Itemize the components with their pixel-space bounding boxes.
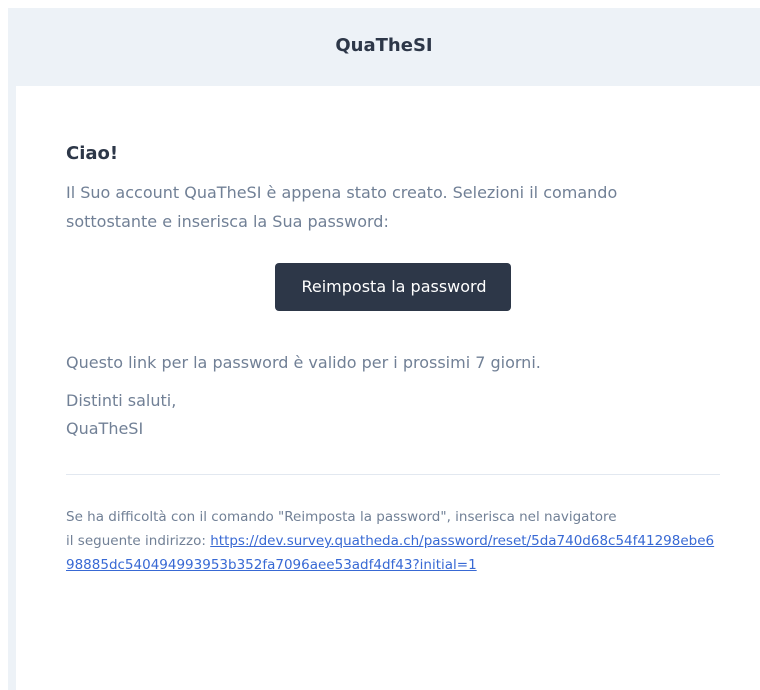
action-row: Reimposta la password xyxy=(66,263,720,311)
subcopy: Se ha difficoltà con il comando "Reimpos… xyxy=(66,505,720,577)
greeting-heading: Ciao! xyxy=(66,143,119,164)
signoff: Distinti saluti, QuaTheSI xyxy=(66,387,720,443)
email-header: QuaTheSI xyxy=(8,8,760,86)
subcopy-prefix: il seguente indirizzo: xyxy=(66,533,206,549)
email-content: Ciao! Il Suo account QuaTheSI è appena s… xyxy=(16,86,760,577)
email-body-card: Ciao! Il Suo account QuaTheSI è appena s… xyxy=(16,86,760,690)
email-wrapper: QuaTheSI Ciao! Il Suo account QuaTheSI è… xyxy=(8,8,760,690)
subcopy-line-1: Se ha difficoltà con il comando "Reimpos… xyxy=(66,509,617,525)
intro-line-1: Il Suo account QuaTheSI è appena stato c… xyxy=(66,183,618,202)
intro-paragraph: Il Suo account QuaTheSI è appena stato c… xyxy=(66,178,720,236)
reset-password-button[interactable]: Reimposta la password xyxy=(275,263,511,311)
salutation: Distinti saluti, xyxy=(66,391,177,410)
brand-link[interactable]: QuaTheSI xyxy=(335,35,432,56)
signature: QuaTheSI xyxy=(66,419,144,438)
validity-notice: Questo link per la password è valido per… xyxy=(66,353,541,372)
divider xyxy=(66,474,720,475)
intro-line-2: sottostante e inserisca la Sua password: xyxy=(66,212,389,231)
